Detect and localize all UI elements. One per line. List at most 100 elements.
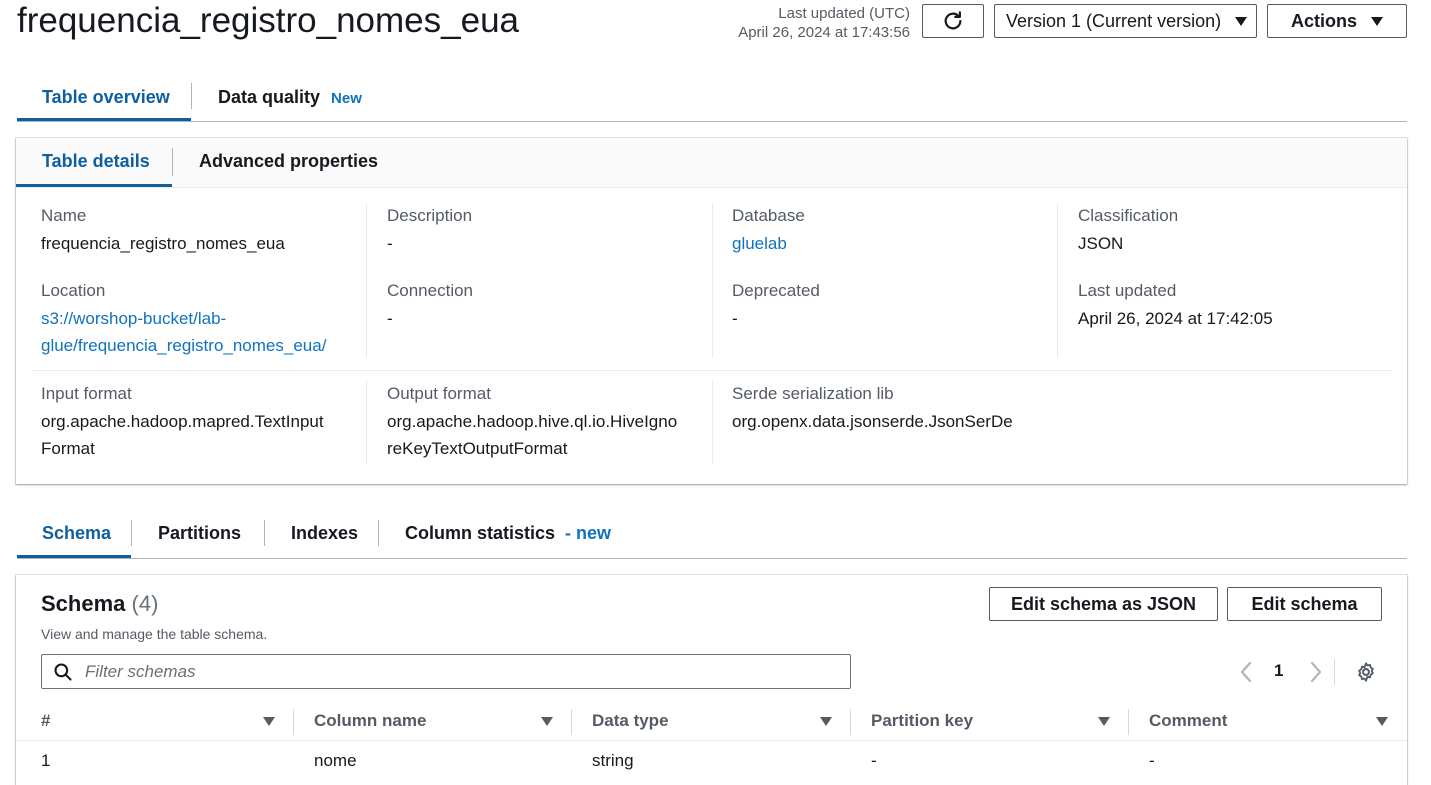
tab-indexes[interactable]: Indexes bbox=[291, 522, 358, 544]
schema-subtitle: View and manage the table schema. bbox=[41, 626, 268, 642]
filter-schemas bbox=[41, 654, 851, 689]
new-badge: - new bbox=[565, 523, 612, 543]
gear-icon[interactable] bbox=[1355, 661, 1377, 683]
search-icon bbox=[54, 662, 72, 681]
last-updated-field-label: Last updated bbox=[1078, 281, 1177, 300]
tab-schema[interactable]: Schema bbox=[42, 522, 111, 544]
refresh-icon bbox=[944, 11, 962, 30]
column-divider bbox=[366, 203, 367, 358]
schema-card: Schema (4) View and manage the table sch… bbox=[16, 575, 1407, 785]
tab-column-statistics[interactable]: Column statistics - new bbox=[405, 522, 611, 544]
table-details-card: Table details Advanced properties Name f… bbox=[16, 138, 1407, 484]
input-format-label: Input format bbox=[41, 384, 132, 403]
input-format-line-2: Format bbox=[41, 439, 95, 458]
row-divider bbox=[32, 370, 1392, 371]
tab-table-overview[interactable]: Table overview bbox=[42, 86, 170, 108]
last-updated: Last updated (UTC) April 26, 2024 at 17:… bbox=[738, 4, 910, 42]
column-resizer[interactable] bbox=[571, 709, 572, 735]
tab-column-statistics-label: Column statistics bbox=[405, 523, 556, 543]
location-link-line-1: s3://worshop-bucket/lab- bbox=[41, 309, 227, 328]
version-select-label: Version 1 (Current version) bbox=[1006, 10, 1222, 31]
output-format-line-2: reKeyTextOutputFormat bbox=[387, 439, 568, 458]
column-resizer[interactable] bbox=[1128, 709, 1129, 735]
database-link[interactable]: gluelab bbox=[732, 230, 787, 257]
new-badge: New bbox=[331, 90, 362, 107]
location-label: Location bbox=[41, 281, 106, 300]
schema-title: Schema bbox=[41, 591, 126, 616]
connection-value: - bbox=[387, 309, 393, 328]
output-format-label: Output format bbox=[387, 384, 491, 403]
active-tab-indicator bbox=[17, 555, 131, 558]
classification-value: JSON bbox=[1078, 234, 1124, 253]
tab-separator bbox=[264, 520, 265, 546]
tab-data-quality[interactable]: Data quality New bbox=[218, 86, 362, 110]
name-label: Name bbox=[41, 206, 87, 225]
column-divider bbox=[712, 380, 713, 464]
column-header-column-name[interactable]: Column name bbox=[314, 711, 426, 731]
tab-separator bbox=[172, 148, 173, 176]
chevron-right-icon[interactable] bbox=[1308, 661, 1324, 683]
location-link-line-2: glue/frequencia_registro_nomes_eua/ bbox=[41, 336, 327, 355]
page-number[interactable]: 1 bbox=[1274, 661, 1283, 681]
column-divider bbox=[366, 380, 367, 464]
sort-icon[interactable] bbox=[1376, 717, 1388, 726]
column-divider bbox=[712, 203, 713, 358]
location-link[interactable]: s3://worshop-bucket/lab- glue/frequencia… bbox=[41, 305, 326, 359]
serde-value: org.openx.data.jsonserde.JsonSerDe bbox=[732, 412, 1013, 431]
filter-schemas-input[interactable] bbox=[83, 660, 807, 683]
tab-data-quality-label: Data quality bbox=[218, 87, 321, 107]
schema-heading: Schema (4) bbox=[41, 591, 158, 617]
active-tab-indicator bbox=[16, 184, 172, 187]
tab-separator bbox=[378, 520, 379, 546]
tab-separator bbox=[191, 83, 192, 109]
connection-label: Connection bbox=[387, 281, 474, 300]
sort-icon[interactable] bbox=[541, 717, 553, 726]
serde-label: Serde serialization lib bbox=[732, 384, 894, 403]
row-number: 1 bbox=[41, 751, 51, 770]
edit-schema-button[interactable]: Edit schema bbox=[1227, 587, 1382, 621]
input-format-line-1: org.apache.hadoop.mapred.TextInput bbox=[41, 412, 324, 431]
pagination-divider bbox=[1334, 659, 1335, 685]
edit-schema-json-button[interactable]: Edit schema as JSON bbox=[989, 587, 1218, 621]
deprecated-value: - bbox=[732, 309, 738, 328]
tab-partitions[interactable]: Partitions bbox=[158, 522, 241, 544]
last-updated-value: April 26, 2024 at 17:43:56 bbox=[738, 24, 910, 41]
tab-table-details[interactable]: Table details bbox=[42, 150, 150, 172]
sort-icon[interactable] bbox=[820, 717, 832, 726]
column-header-number[interactable]: # bbox=[41, 711, 50, 731]
column-header-partition-key[interactable]: Partition key bbox=[871, 711, 973, 731]
row-comment: - bbox=[1149, 751, 1155, 770]
caret-down-icon bbox=[1235, 16, 1248, 26]
input-format-value: org.apache.hadoop.mapred.TextInput Forma… bbox=[41, 408, 324, 462]
tab-separator bbox=[131, 520, 132, 546]
actions-button[interactable]: Actions bbox=[1267, 4, 1407, 38]
classification-label: Classification bbox=[1078, 206, 1179, 225]
sort-icon[interactable] bbox=[263, 717, 275, 726]
refresh-button[interactable] bbox=[922, 4, 984, 38]
description-value: - bbox=[387, 234, 393, 253]
column-resizer[interactable] bbox=[293, 709, 294, 735]
caret-down-icon bbox=[1371, 16, 1383, 26]
column-header-comment[interactable]: Comment bbox=[1149, 711, 1227, 731]
row-partition-key: - bbox=[871, 751, 877, 770]
output-format-line-1: org.apache.hadoop.hive.ql.io.HiveIgno bbox=[387, 412, 678, 431]
column-header-data-type[interactable]: Data type bbox=[592, 711, 669, 731]
description-label: Description bbox=[387, 206, 473, 225]
actions-button-label: Actions bbox=[1290, 10, 1357, 31]
column-divider bbox=[1057, 203, 1058, 358]
schema-count: (4) bbox=[131, 591, 159, 616]
name-value: frequencia_registro_nomes_eua bbox=[41, 234, 285, 253]
last-updated-field-value: April 26, 2024 at 17:42:05 bbox=[1078, 309, 1273, 328]
column-resizer[interactable] bbox=[850, 709, 851, 735]
version-select[interactable]: Version 1 (Current version) bbox=[994, 4, 1257, 38]
last-updated-label: Last updated (UTC) bbox=[778, 5, 910, 22]
database-label: Database bbox=[732, 206, 805, 225]
active-tab-indicator bbox=[17, 118, 191, 121]
row-data-type: string bbox=[592, 751, 634, 770]
sort-icon[interactable] bbox=[1098, 717, 1110, 726]
output-format-value: org.apache.hadoop.hive.ql.io.HiveIgno re… bbox=[387, 408, 677, 462]
tab-advanced-properties[interactable]: Advanced properties bbox=[199, 150, 378, 172]
chevron-left-icon[interactable] bbox=[1238, 661, 1254, 683]
deprecated-label: Deprecated bbox=[732, 281, 820, 300]
page-title: frequencia_registro_nomes_eua bbox=[17, 1, 519, 40]
